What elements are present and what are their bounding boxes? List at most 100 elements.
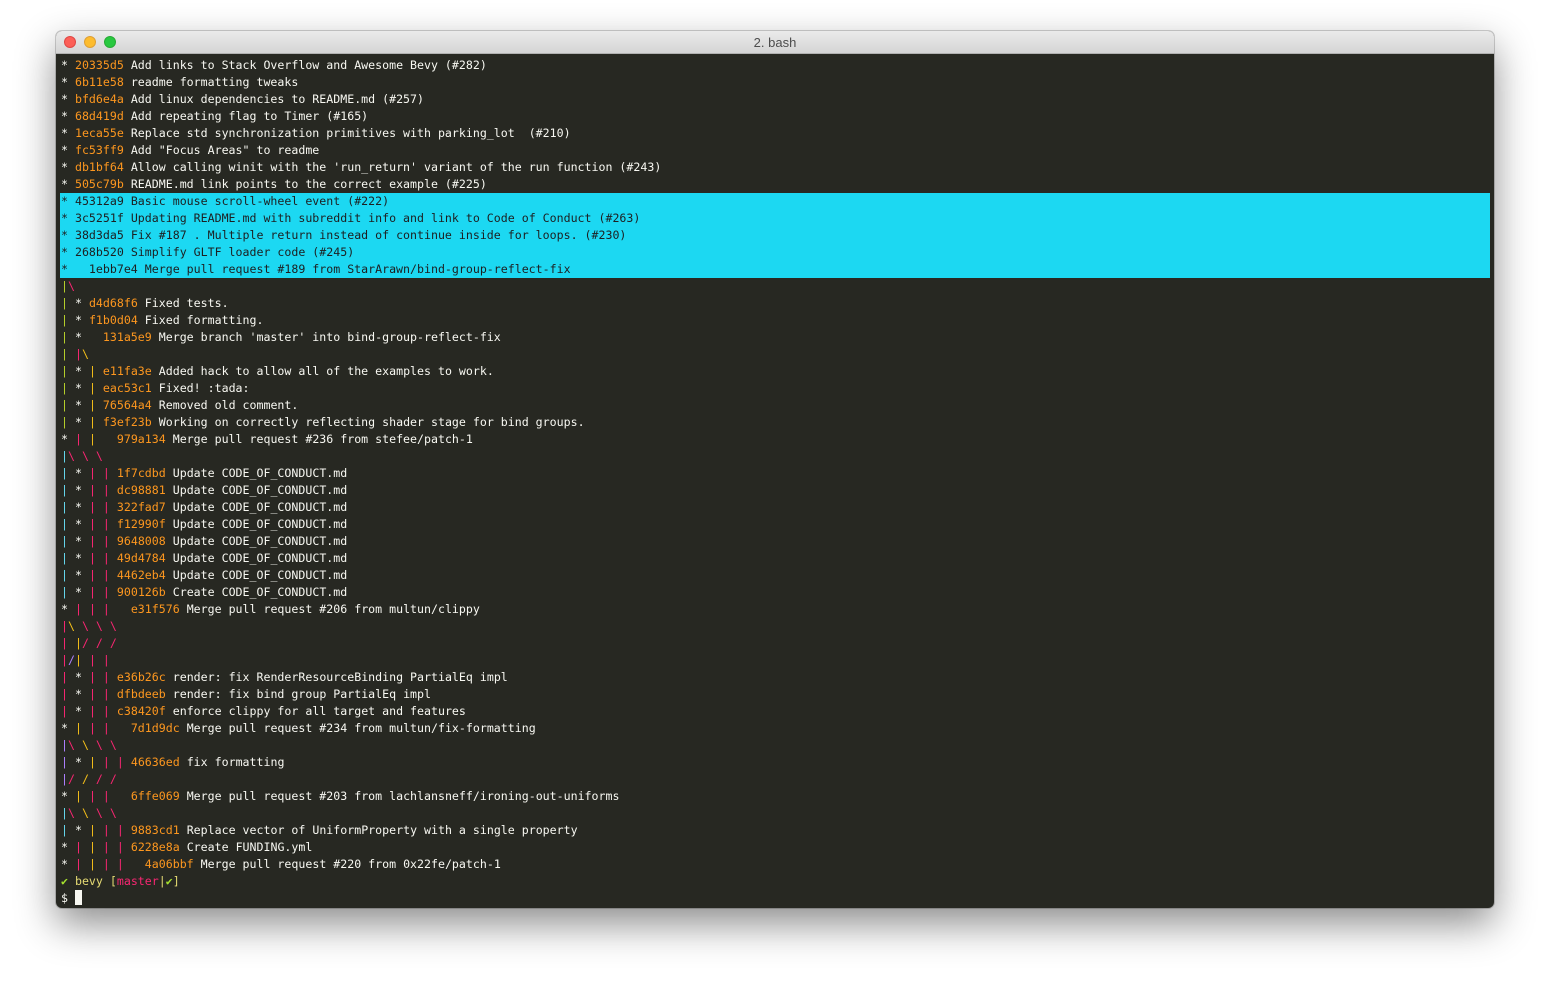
graph-segment: | <box>102 653 110 667</box>
commit-line: * 68d419d Add repeating flag to Timer (#… <box>60 108 1490 125</box>
graph-segment: | <box>88 466 103 480</box>
graph-segment: | <box>88 551 103 565</box>
graph-segment: | <box>102 755 117 769</box>
graph-segment: | <box>88 857 103 871</box>
graph-segment: * <box>74 687 89 701</box>
graph-segment: | <box>88 517 103 531</box>
graph-segment: * <box>61 177 75 191</box>
commit-line: * | | | e31f576 Merge pull request #206 … <box>60 601 1490 618</box>
commit-hash: eac53c1 <box>102 381 152 395</box>
graph-segment: | <box>102 466 117 480</box>
graph-segment: | <box>61 449 68 463</box>
commit-line: * 3c5251f Updating README.md with subred… <box>60 210 1490 227</box>
graph-segment: \ <box>67 279 75 293</box>
graph-segment: / <box>95 636 110 650</box>
commit-hash: e31f576 <box>130 602 180 616</box>
graph-segment: | <box>61 823 75 837</box>
graph-segment: * <box>61 228 75 242</box>
commit-message: Update CODE_OF_CONDUCT.md <box>172 466 348 480</box>
graph-segment: * <box>74 585 89 599</box>
graph-segment: * <box>61 92 75 106</box>
graph-segment: | <box>61 687 75 701</box>
commit-hash: 4462eb4 <box>116 568 166 582</box>
commit-line: * 1ebb7e4 Merge pull request #189 from S… <box>60 261 1490 278</box>
graph-segment: | <box>61 517 75 531</box>
graph-segment: \ <box>95 449 103 463</box>
commit-hash: e36b26c <box>116 670 166 684</box>
commit-line: | * | | 4462eb4 Update CODE_OF_CONDUCT.m… <box>60 567 1490 584</box>
graph-segment: * <box>61 721 75 735</box>
commit-message: Removed old comment. <box>158 398 299 412</box>
graph-segment: | <box>88 840 103 854</box>
commit-line: * bfd6e4a Add linux dependencies to READ… <box>60 91 1490 108</box>
commit-message: Merge pull request #236 from stefee/patc… <box>172 432 473 446</box>
commit-line: | * | | e36b26c render: fix RenderResour… <box>60 669 1490 686</box>
graph-segment: \ <box>81 806 96 820</box>
graph-segment: | <box>88 534 103 548</box>
graph-segment: | <box>102 857 117 871</box>
graph-segment: \ <box>81 619 96 633</box>
graph-segment: | <box>88 364 103 378</box>
graph-segment: | <box>102 500 117 514</box>
graph-segment: | <box>61 670 75 684</box>
commit-line: | * | | 49d4784 Update CODE_OF_CONDUCT.m… <box>60 550 1490 567</box>
commit-message: Basic mouse scroll-wheel event (#222) <box>130 194 390 208</box>
commit-hash: 7d1d9dc <box>130 721 180 735</box>
commit-hash: 4a06bbf <box>144 857 194 871</box>
graph-segment: | <box>102 823 117 837</box>
graph-segment: | <box>88 381 103 395</box>
commit-message: Merge pull request #206 from multun/clip… <box>186 602 480 616</box>
commit-line: * db1bf64 Allow calling winit with the '… <box>60 159 1490 176</box>
shell-prompt: ✔ bevy [master|✔] <box>60 873 1490 890</box>
graph-segment: | <box>88 415 103 429</box>
command-line[interactable]: $ <box>60 890 1490 907</box>
graph-segment: * <box>74 568 89 582</box>
commit-message: Fixed! :tada: <box>158 381 250 395</box>
graph-segment: | <box>88 789 103 803</box>
graph-segment: * <box>74 330 103 344</box>
graph-segment: / <box>67 772 82 786</box>
commit-message: Update CODE_OF_CONDUCT.md <box>172 551 348 565</box>
graph-segment: | <box>88 483 103 497</box>
graph-segment: | <box>61 279 68 293</box>
commit-hash: 900126b <box>116 585 166 599</box>
commit-message: Simplify GLTF loader code (#245) <box>130 245 355 259</box>
commit-message: Replace vector of UniformProperty with a… <box>186 823 578 837</box>
graph-segment: | <box>102 721 131 735</box>
graph-segment: * <box>61 840 75 854</box>
graph-segment: | <box>74 721 89 735</box>
commit-line: * 38d3da5 Fix #187 . Multiple return ins… <box>60 227 1490 244</box>
graph-segment: | <box>74 636 82 650</box>
graph-segment: | <box>88 500 103 514</box>
graph-segment: | <box>61 330 75 344</box>
graph-segment: \ <box>67 806 82 820</box>
commit-hash: 6228e8a <box>130 840 180 854</box>
graph-segment: | <box>74 857 89 871</box>
graph-segment: | <box>61 347 75 361</box>
commit-line: * | | 979a134 Merge pull request #236 fr… <box>60 431 1490 448</box>
commit-line: | * 131a5e9 Merge branch 'master' into b… <box>60 329 1490 346</box>
graph-segment: / <box>67 653 75 667</box>
commit-message: Added hack to allow all of the examples … <box>158 364 494 378</box>
commit-hash: bfd6e4a <box>74 92 124 106</box>
commit-line: | * | | f12990f Update CODE_OF_CONDUCT.m… <box>60 516 1490 533</box>
graph-segment: * <box>61 143 75 157</box>
graph-segment: * <box>74 517 89 531</box>
commit-hash: 131a5e9 <box>102 330 152 344</box>
graph-line: |\ \ \ \ <box>60 737 1490 754</box>
graph-segment: | <box>102 483 117 497</box>
commit-hash: fc53ff9 <box>74 143 124 157</box>
graph-segment: * <box>61 432 75 446</box>
graph-segment: * <box>74 466 89 480</box>
git-log-output: * 20335d5 Add links to Stack Overflow an… <box>60 57 1490 873</box>
graph-segment: | <box>61 585 75 599</box>
commit-message: Create CODE_OF_CONDUCT.md <box>172 585 348 599</box>
commit-line: * | | | | 4a06bbf Merge pull request #22… <box>60 856 1490 873</box>
graph-segment: \ <box>67 738 82 752</box>
graph-segment: | <box>74 602 89 616</box>
graph-segment: * <box>74 313 89 327</box>
commit-message: Merge pull request #234 from multun/fix-… <box>186 721 536 735</box>
graph-segment: | <box>61 738 68 752</box>
terminal-content[interactable]: * 20335d5 Add links to Stack Overflow an… <box>60 57 1490 908</box>
graph-line: |\ <box>60 278 1490 295</box>
